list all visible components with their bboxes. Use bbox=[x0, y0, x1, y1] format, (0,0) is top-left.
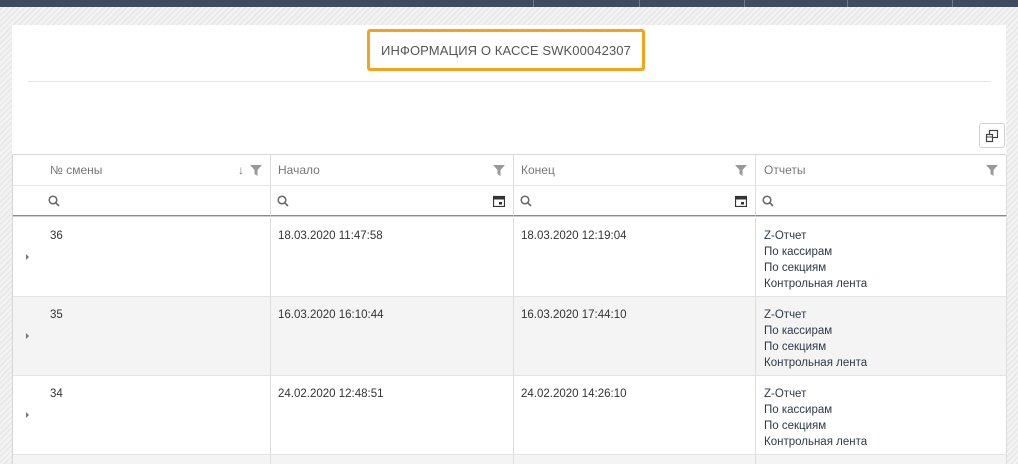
column-header-shift[interactable]: № смены ↓ bbox=[13, 155, 271, 185]
expand-arrow-icon[interactable] bbox=[26, 412, 29, 418]
sections-report-link[interactable]: По секциям bbox=[764, 418, 867, 434]
cashiers-report-link[interactable]: По кассирам bbox=[764, 402, 867, 418]
z-report-link[interactable]: Z-Отчет bbox=[764, 228, 867, 244]
expand-arrow-icon[interactable] bbox=[26, 333, 29, 339]
shift-cell: 36 bbox=[13, 218, 271, 296]
search-icon bbox=[277, 195, 289, 207]
start-cell bbox=[271, 455, 514, 464]
control-tape-link[interactable]: Контрольная лента bbox=[764, 355, 867, 371]
shift-cell: 34 bbox=[13, 376, 271, 454]
search-icon bbox=[48, 195, 60, 207]
column-chooser-button[interactable] bbox=[979, 123, 1005, 148]
sort-descending-icon[interactable]: ↓ bbox=[238, 163, 244, 177]
end-filter-input[interactable] bbox=[514, 186, 756, 216]
column-header-label: Начало bbox=[278, 163, 320, 177]
start-cell: 16.03.2020 16:10:44 bbox=[271, 297, 514, 375]
shift-number: 34 bbox=[50, 388, 63, 400]
control-tape-link[interactable]: Контрольная лента bbox=[764, 276, 867, 292]
table-header-row: № смены ↓ Начало Конец Отчеты bbox=[13, 155, 1007, 186]
z-report-link[interactable]: Z-Отчет bbox=[764, 307, 867, 323]
shift-number: 35 bbox=[50, 309, 63, 321]
end-datetime: 16.03.2020 17:44:10 bbox=[521, 309, 627, 321]
search-icon bbox=[762, 195, 774, 207]
end-cell: 18.03.2020 12:19:04 bbox=[514, 218, 756, 296]
column-header-start[interactable]: Начало bbox=[271, 155, 514, 185]
start-filter-input[interactable] bbox=[271, 186, 514, 216]
calendar-icon[interactable] bbox=[735, 195, 747, 207]
expand-arrow-icon[interactable] bbox=[26, 254, 29, 260]
cashiers-report-link[interactable]: По кассирам bbox=[764, 323, 867, 339]
reports-cell: Z-Отчет По кассирам По секциям Контрольн… bbox=[756, 376, 1007, 454]
column-header-label: Конец bbox=[521, 163, 555, 177]
top-navigation-bar bbox=[0, 0, 1018, 7]
column-chooser-icon bbox=[985, 129, 999, 142]
table-row[interactable]: 35 16.03.2020 16:10:44 16.03.2020 17:44:… bbox=[13, 297, 1007, 376]
cash-register-info-panel: ИНФОРМАЦИЯ О КАССЕ SWK00042307 № смены ↓… bbox=[12, 25, 1007, 464]
start-cell: 18.03.2020 11:47:58 bbox=[271, 218, 514, 296]
end-cell: 24.02.2020 14:26:10 bbox=[514, 376, 756, 454]
end-cell bbox=[514, 455, 756, 464]
reports-cell bbox=[756, 455, 1007, 464]
z-report-link[interactable]: Z-Отчет bbox=[764, 386, 867, 402]
end-cell: 16.03.2020 17:44:10 bbox=[514, 297, 756, 375]
calendar-icon[interactable] bbox=[493, 195, 505, 207]
end-datetime: 24.02.2020 14:26:10 bbox=[521, 388, 627, 400]
shift-filter-input[interactable] bbox=[13, 186, 271, 216]
start-datetime: 24.02.2020 12:48:51 bbox=[278, 388, 384, 400]
page-title: ИНФОРМАЦИЯ О КАССЕ SWK00042307 bbox=[367, 29, 645, 71]
sections-report-link[interactable]: По секциям bbox=[764, 260, 867, 276]
shift-number: 36 bbox=[50, 230, 63, 242]
search-icon bbox=[520, 195, 532, 207]
funnel-icon[interactable] bbox=[493, 165, 505, 176]
end-datetime: 18.03.2020 12:19:04 bbox=[521, 230, 627, 242]
funnel-icon[interactable] bbox=[735, 165, 747, 176]
start-datetime: 16.03.2020 16:10:44 bbox=[278, 309, 384, 321]
column-header-end[interactable]: Конец bbox=[514, 155, 756, 185]
funnel-icon[interactable] bbox=[250, 165, 262, 176]
table-row bbox=[13, 455, 1007, 464]
funnel-icon[interactable] bbox=[986, 165, 998, 176]
cashiers-report-link[interactable]: По кассирам bbox=[764, 244, 867, 260]
reports-cell: Z-Отчет По кассирам По секциям Контрольн… bbox=[756, 297, 1007, 375]
reports-filter-input[interactable] bbox=[756, 186, 1007, 216]
table-row[interactable]: 36 18.03.2020 11:47:58 18.03.2020 12:19:… bbox=[13, 218, 1007, 297]
start-datetime: 18.03.2020 11:47:58 bbox=[278, 230, 383, 242]
sections-report-link[interactable]: По секциям bbox=[764, 339, 867, 355]
column-header-label: № смены bbox=[50, 163, 103, 177]
shift-cell: 35 bbox=[13, 297, 271, 375]
control-tape-link[interactable]: Контрольная лента bbox=[764, 434, 867, 450]
title-divider bbox=[28, 81, 991, 82]
start-cell: 24.02.2020 12:48:51 bbox=[271, 376, 514, 454]
reports-cell: Z-Отчет По кассирам По секциям Контрольн… bbox=[756, 218, 1007, 296]
table-row[interactable]: 34 24.02.2020 12:48:51 24.02.2020 14:26:… bbox=[13, 376, 1007, 455]
filter-row bbox=[13, 186, 1007, 217]
shift-cell bbox=[13, 455, 271, 464]
column-header-label: Отчеты bbox=[764, 163, 806, 177]
column-header-reports[interactable]: Отчеты bbox=[756, 155, 1007, 185]
shifts-table: № смены ↓ Начало Конец Отчеты 36 18.03.2… bbox=[12, 154, 1007, 464]
